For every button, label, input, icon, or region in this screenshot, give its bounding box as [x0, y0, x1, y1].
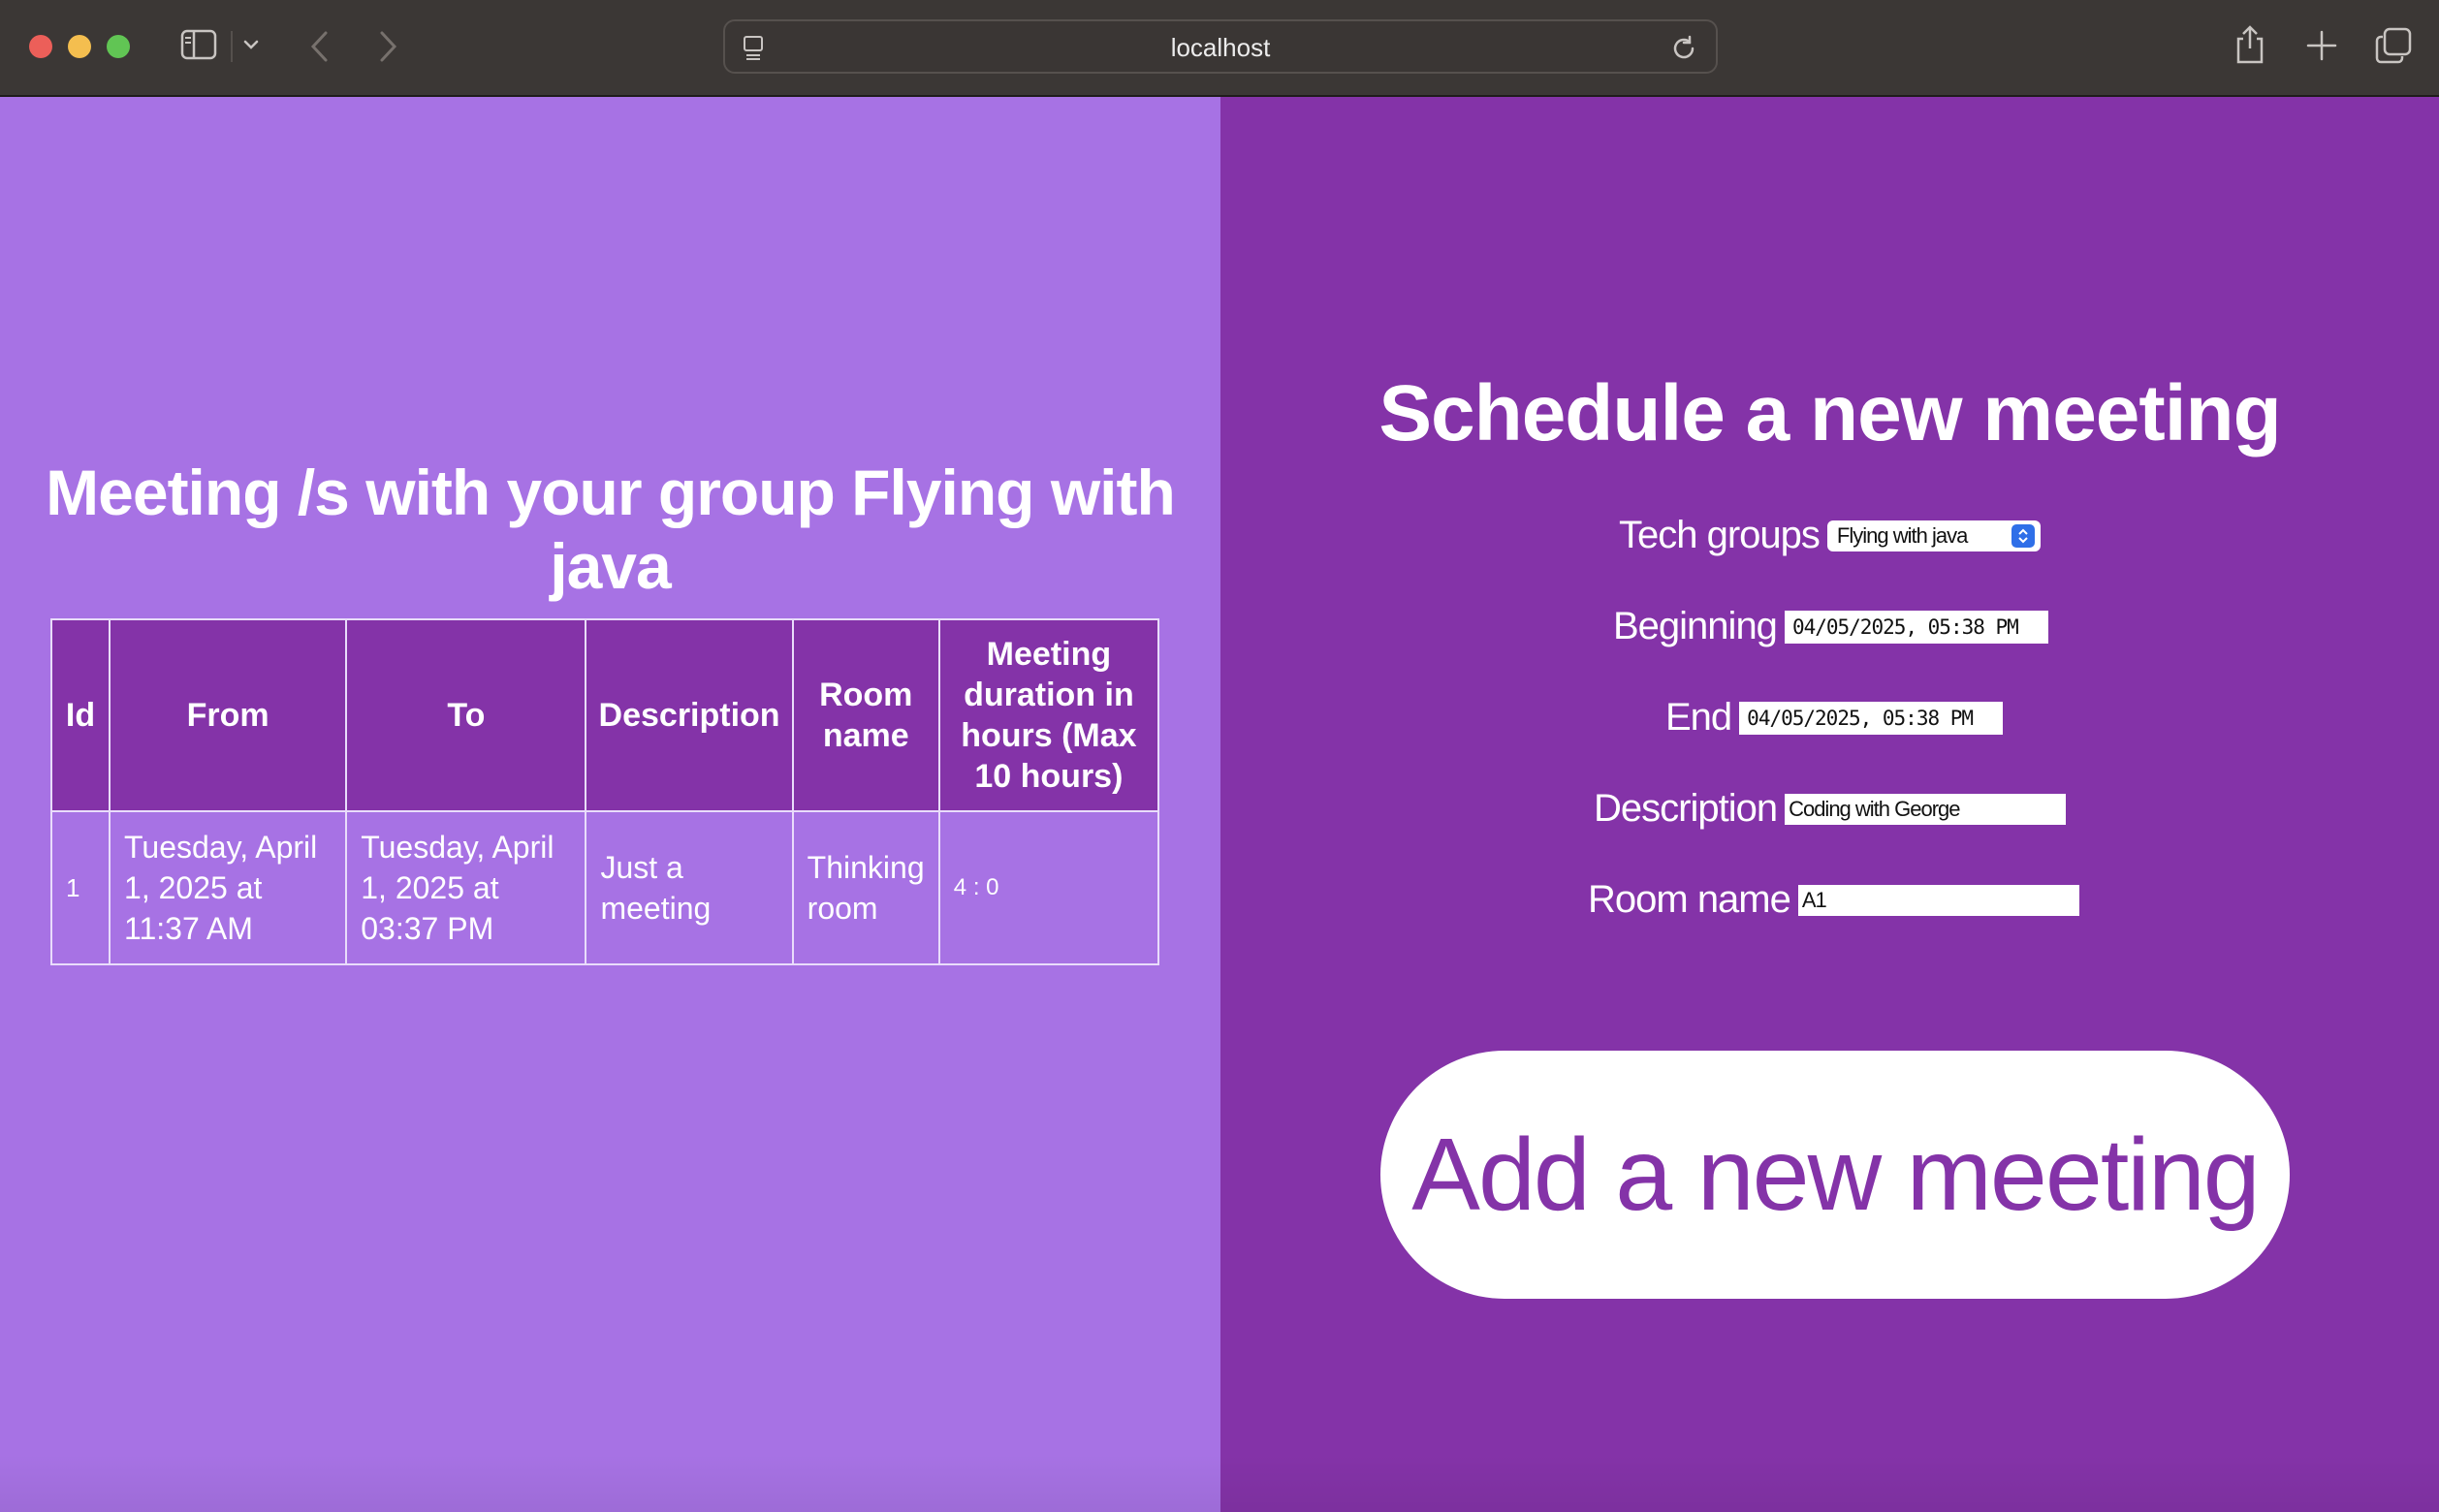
toolbar-divider [231, 31, 233, 62]
cell-to: Tuesday, April 1, 2025 at 03:37 PM [345, 810, 587, 965]
room-name-input[interactable]: A1 [1797, 884, 2079, 916]
add-meeting-button[interactable]: Add a new meeting [1380, 1051, 2290, 1299]
beginning-label: Beginning [1613, 605, 1778, 647]
description-row: Description Coding with George [1594, 787, 2067, 831]
forward-arrow-icon[interactable] [376, 29, 399, 64]
header-duration: Meeting duration in hours (Max 10 hours) [937, 618, 1160, 812]
beginning-row: Beginning 04/05/2025, 05:38 PM [1613, 605, 2048, 648]
room-name-label: Room name [1588, 878, 1791, 921]
header-to: To [345, 618, 587, 812]
cell-description: Just a meeting [585, 810, 794, 965]
meetings-table: Id From To Description Room name Meeting… [49, 618, 1160, 965]
sidebar-icon[interactable] [180, 29, 217, 60]
cell-id: 1 [49, 810, 111, 965]
header-description: Description [585, 618, 794, 812]
tabs-icon[interactable] [2375, 27, 2412, 64]
reload-icon[interactable] [1669, 34, 1698, 63]
share-icon[interactable] [2233, 25, 2266, 64]
beginning-datetime-input[interactable]: 04/05/2025, 05:38 PM [1784, 610, 2048, 644]
schedule-title: Schedule a new meeting [1378, 369, 2281, 457]
header-from: From [109, 618, 348, 812]
bottom-shade [0, 1454, 2439, 1512]
table-header-row: Id From To Description Room name Meeting… [49, 618, 1160, 812]
table-row: 1 Tuesday, April 1, 2025 at 11:37 AM Tue… [49, 810, 1160, 965]
cell-duration: 4 : 0 [937, 810, 1160, 965]
zoom-window-button[interactable] [107, 35, 130, 58]
plus-icon[interactable] [2305, 29, 2338, 62]
minimize-window-button[interactable] [68, 35, 91, 58]
description-label: Description [1594, 787, 1778, 830]
end-label: End [1665, 696, 1732, 739]
select-arrows-icon [2011, 523, 2035, 548]
cell-room-name: Thinking room [791, 810, 940, 965]
tech-groups-select[interactable]: Flying with java [1826, 520, 2041, 551]
end-row: End 04/05/2025, 05:38 PM [1665, 696, 2004, 740]
header-room-name: Room name [791, 618, 940, 812]
header-id: Id [49, 618, 111, 812]
cell-from: Tuesday, April 1, 2025 at 11:37 AM [109, 810, 348, 965]
close-window-button[interactable] [29, 35, 52, 58]
url-text[interactable]: localhost [725, 33, 1716, 63]
description-input[interactable]: Coding with George [1785, 793, 2067, 825]
tech-groups-selected: Flying with java [1836, 522, 1968, 548]
end-datetime-input[interactable]: 04/05/2025, 05:38 PM [1739, 701, 2004, 735]
tech-groups-label: Tech groups [1619, 514, 1821, 556]
room-name-row: Room name A1 [1588, 878, 2079, 922]
address-bar[interactable]: localhost [723, 19, 1718, 74]
browser-toolbar: localhost [0, 0, 2439, 97]
meetings-title: Meeting /s with your group Flying with j… [46, 457, 1176, 602]
chevron-down-icon[interactable] [242, 37, 260, 52]
tech-groups-row: Tech groups Flying with java [1619, 514, 2041, 557]
back-arrow-icon[interactable] [308, 29, 332, 64]
